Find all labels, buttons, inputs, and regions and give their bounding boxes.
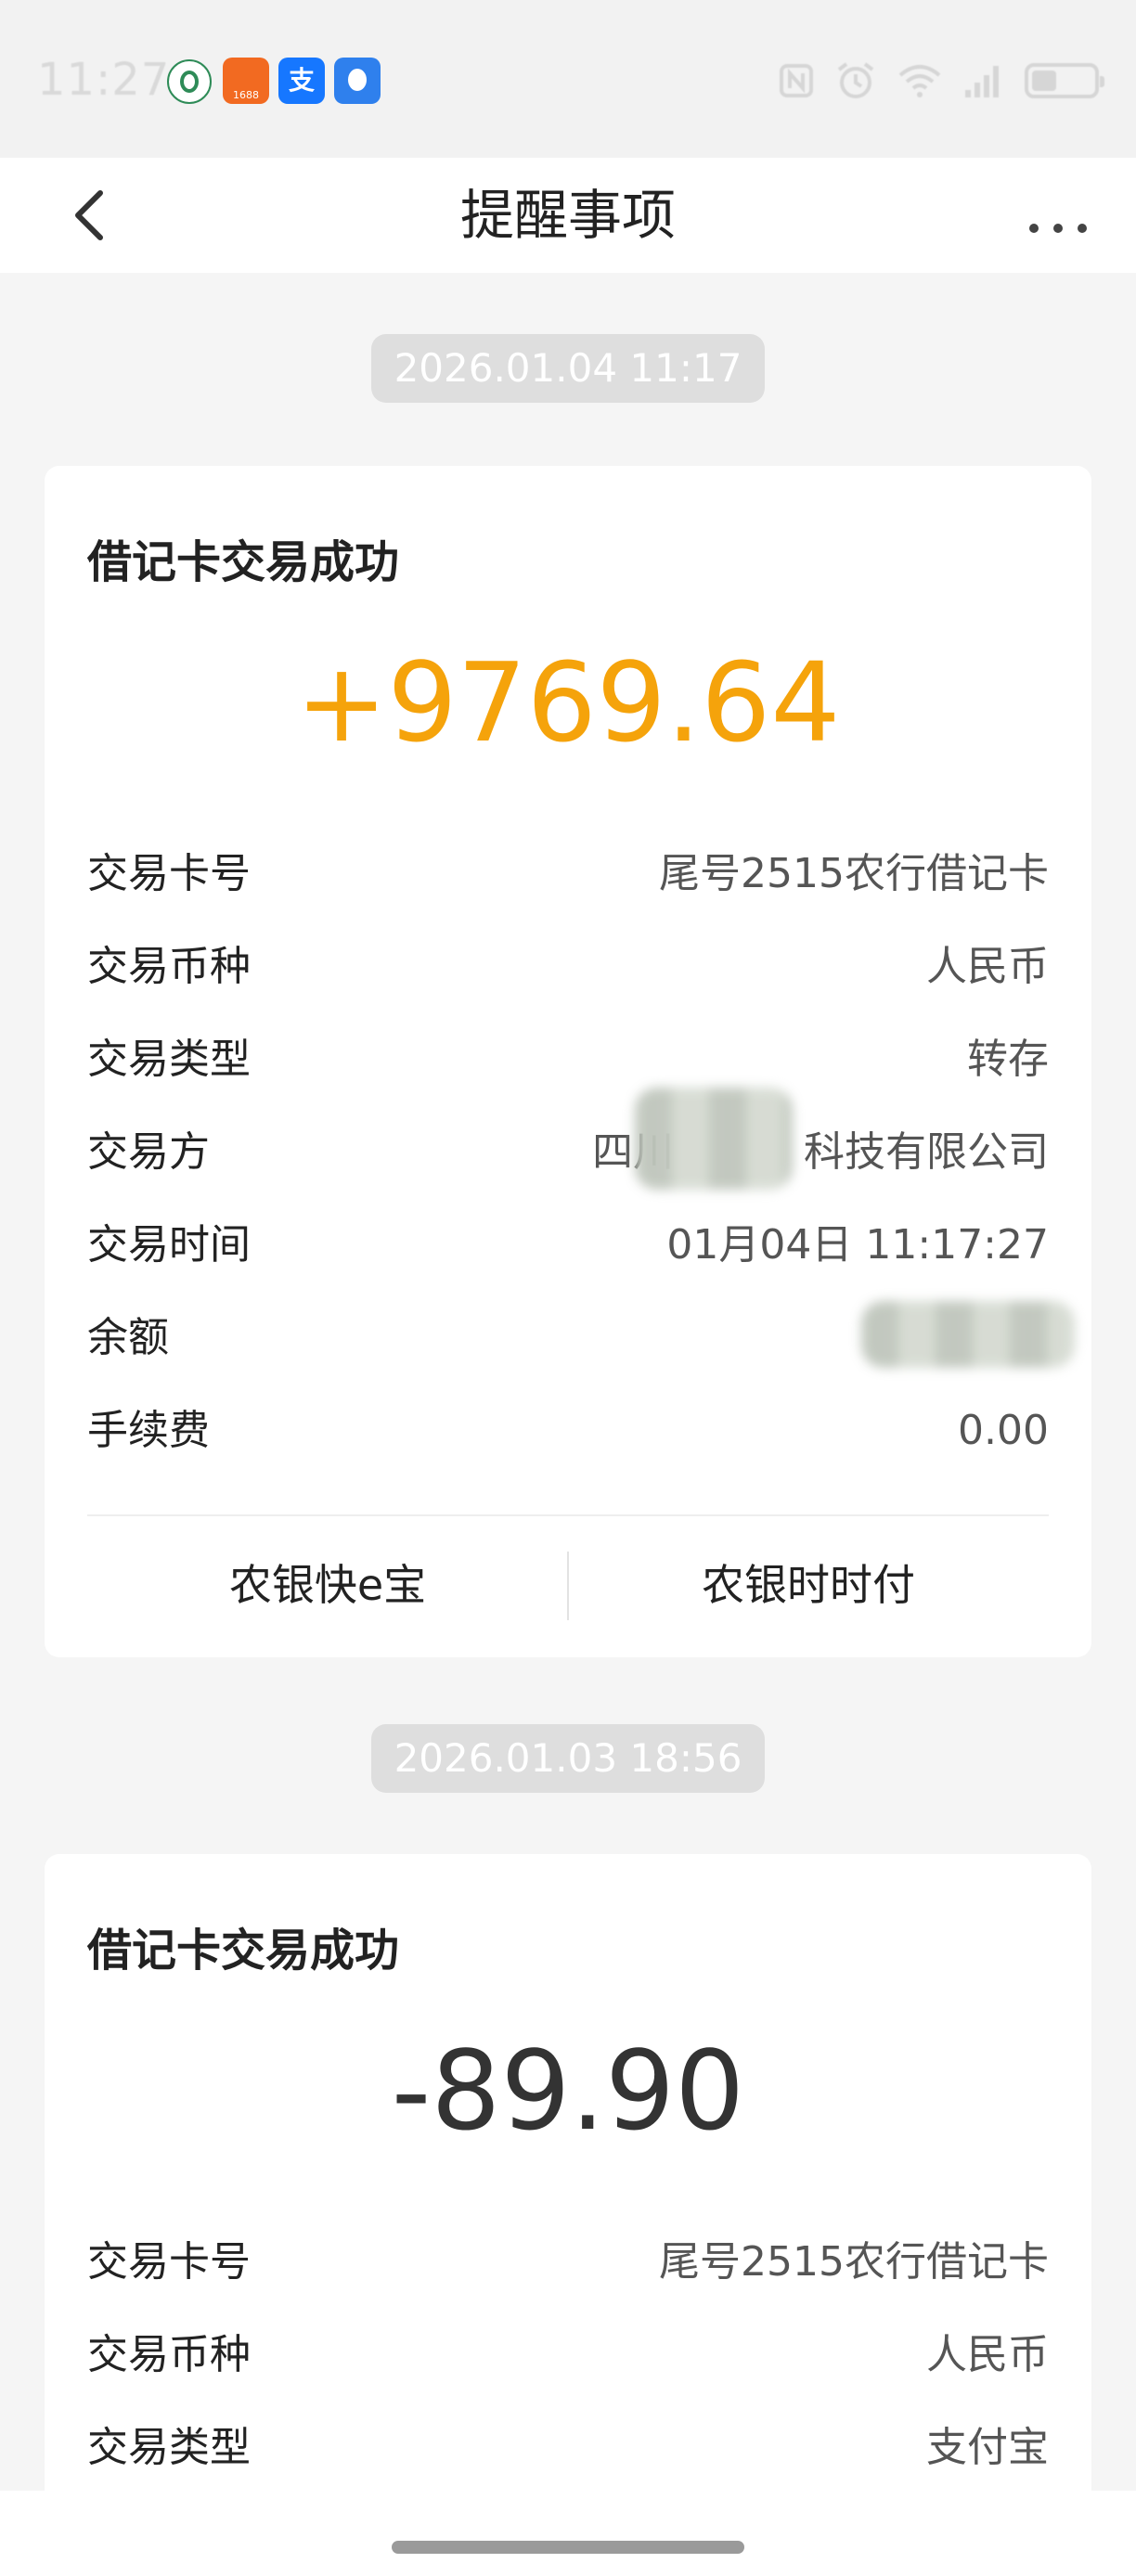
status-indicators bbox=[778, 58, 1104, 104]
date-pill: 2026.01.03 18:56 bbox=[371, 1724, 765, 1793]
detail-value: 尾号2515农行借记卡 bbox=[659, 850, 1049, 897]
detail-label: 交易卡号 bbox=[87, 2238, 251, 2286]
notification-card[interactable]: 借记卡交易成功 -89.90 交易卡号 尾号2515农行借记卡 交易币种 人民币… bbox=[45, 1854, 1091, 2491]
privacy-mosaic bbox=[861, 1301, 1075, 1368]
detail-label: 交易币种 bbox=[87, 2331, 251, 2378]
detail-row-type: 交易类型 转存 bbox=[87, 1013, 1049, 1106]
home-indicator[interactable] bbox=[392, 2541, 744, 2554]
notification-card[interactable]: 借记卡交易成功 +9769.64 交易卡号 尾号2515农行借记卡 交易币种 人… bbox=[45, 466, 1091, 1657]
abc-bank-icon bbox=[167, 59, 212, 104]
alipay-icon: 支 bbox=[278, 58, 325, 104]
detail-value: 支付宝 bbox=[926, 2424, 1049, 2471]
detail-row-card-number: 交易卡号 尾号2515农行借记卡 bbox=[87, 2216, 1049, 2309]
detail-row-time: 交易时间 01月04日 11:17:27 bbox=[87, 1199, 1049, 1292]
card-title: 借记卡交易成功 bbox=[87, 1925, 400, 1977]
status-bar: 11:27 1688 支 bbox=[0, 0, 1136, 158]
card-title: 借记卡交易成功 bbox=[87, 536, 400, 588]
transaction-amount: +9769.64 bbox=[295, 638, 841, 766]
alarm-icon bbox=[837, 62, 874, 98]
status-time: 11:27 bbox=[37, 54, 171, 106]
detail-label: 交易类型 bbox=[87, 1036, 251, 1083]
detail-value: 人民币 bbox=[926, 2331, 1049, 2378]
detail-row-type: 交易类型 支付宝 bbox=[87, 2402, 1049, 2491]
gesture-bar-area bbox=[0, 2491, 1136, 2576]
battery-icon bbox=[1025, 63, 1104, 98]
detail-row-counterparty: 交易方 四川 科技有限公司 bbox=[87, 1106, 1049, 1199]
detail-value: 尾号2515农行借记卡 bbox=[659, 2238, 1049, 2286]
more-button[interactable] bbox=[1021, 182, 1095, 256]
notification-list[interactable]: 2026.01.04 11:17 借记卡交易成功 +9769.64 交易卡号 尾… bbox=[0, 273, 1136, 2491]
action-button-kuaiebao[interactable]: 农银快e宝 bbox=[87, 1520, 568, 1650]
upload-icon bbox=[334, 58, 381, 104]
wifi-icon bbox=[898, 65, 941, 97]
page-title: 提醒事项 bbox=[459, 184, 676, 247]
date-pill: 2026.01.04 11:17 bbox=[371, 334, 765, 403]
detail-row-currency: 交易币种 人民币 bbox=[87, 2309, 1049, 2402]
card-divider bbox=[87, 1514, 1049, 1516]
detail-row-fee: 手续费 0.00 bbox=[87, 1385, 1049, 1477]
detail-label: 交易方 bbox=[87, 1128, 210, 1176]
detail-label: 交易类型 bbox=[87, 2424, 251, 2471]
detail-label: 手续费 bbox=[87, 1407, 210, 1454]
detail-label: 余额 bbox=[87, 1314, 169, 1361]
signal-icon bbox=[965, 66, 999, 97]
1688-icon-label: 1688 bbox=[233, 89, 259, 101]
detail-value: 01月04日 11:17:27 bbox=[666, 1221, 1049, 1269]
nfc-icon bbox=[780, 64, 813, 97]
detail-row-card-number: 交易卡号 尾号2515农行借记卡 bbox=[87, 828, 1049, 921]
detail-label: 交易卡号 bbox=[87, 850, 251, 897]
more-dots-icon bbox=[1029, 224, 1087, 233]
detail-value: 0.00 bbox=[958, 1407, 1049, 1454]
1688-icon: 1688 bbox=[223, 58, 269, 104]
nav-header: 提醒事项 bbox=[0, 158, 1136, 273]
action-button-shishifu[interactable]: 农银时时付 bbox=[568, 1520, 1049, 1650]
transaction-amount: -89.90 bbox=[391, 2027, 745, 2155]
privacy-mosaic bbox=[635, 1088, 793, 1190]
detail-label: 交易币种 bbox=[87, 943, 251, 990]
detail-label: 交易时间 bbox=[87, 1221, 251, 1269]
detail-value: 人民币 bbox=[926, 943, 1049, 990]
detail-value: 转存 bbox=[967, 1036, 1049, 1083]
detail-row-currency: 交易币种 人民币 bbox=[87, 921, 1049, 1013]
